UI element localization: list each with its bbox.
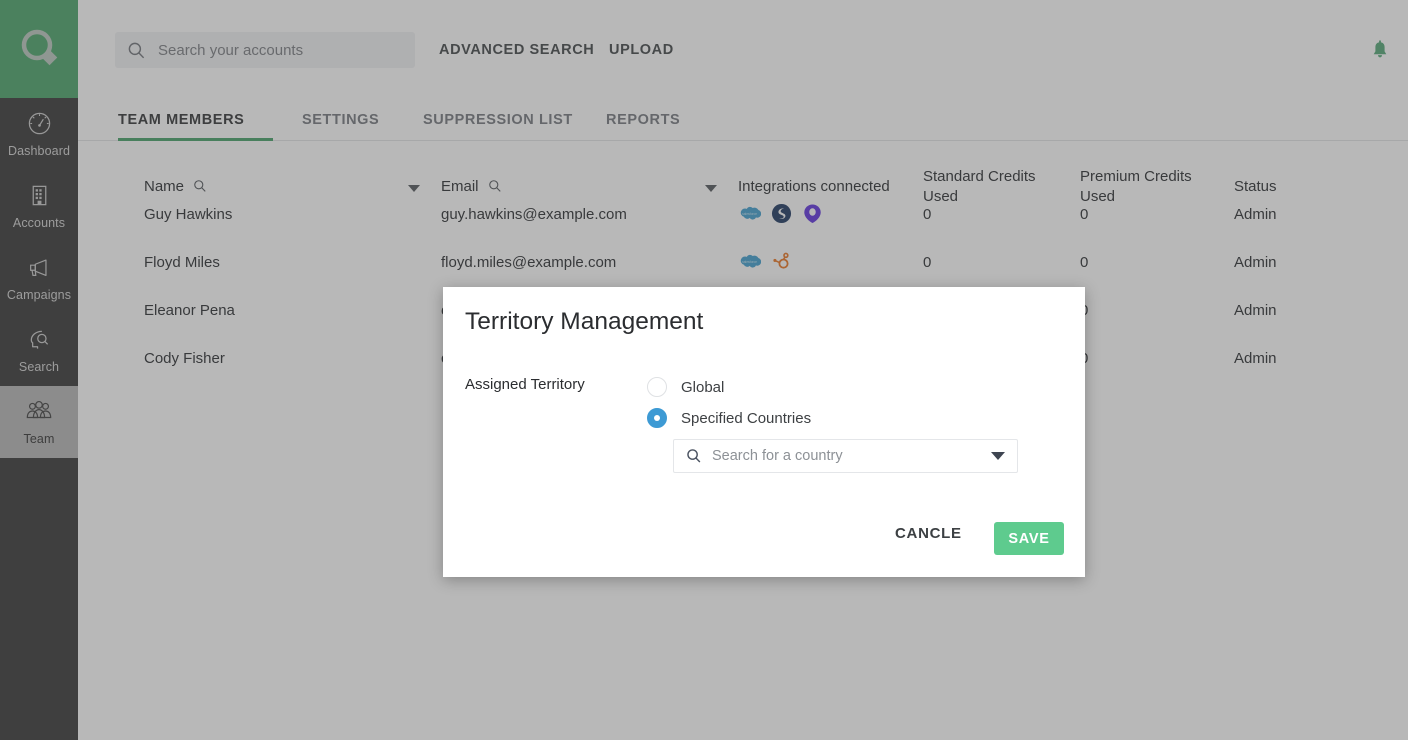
chevron-down-icon[interactable] [991,452,1005,460]
radio-global-label: Global [681,379,724,396]
radio-specified-countries-label: Specified Countries [681,410,811,427]
territory-management-dialog: Territory Management Assigned Territory … [443,287,1085,577]
search-icon [686,448,702,464]
radio-option-global[interactable]: Global [647,377,724,397]
radio-specified-countries-input[interactable] [647,408,667,428]
app-root: Dashboard Accounts [0,0,1408,740]
radio-option-specified-countries[interactable]: Specified Countries [647,408,811,428]
cancel-button[interactable]: CANCLE [895,525,962,542]
dialog-title: Territory Management [465,308,703,336]
save-button[interactable]: SAVE [994,522,1064,555]
country-search-input[interactable] [712,448,991,464]
country-select[interactable] [673,439,1018,473]
assigned-territory-label: Assigned Territory [465,376,585,393]
radio-global-input[interactable] [647,377,667,397]
